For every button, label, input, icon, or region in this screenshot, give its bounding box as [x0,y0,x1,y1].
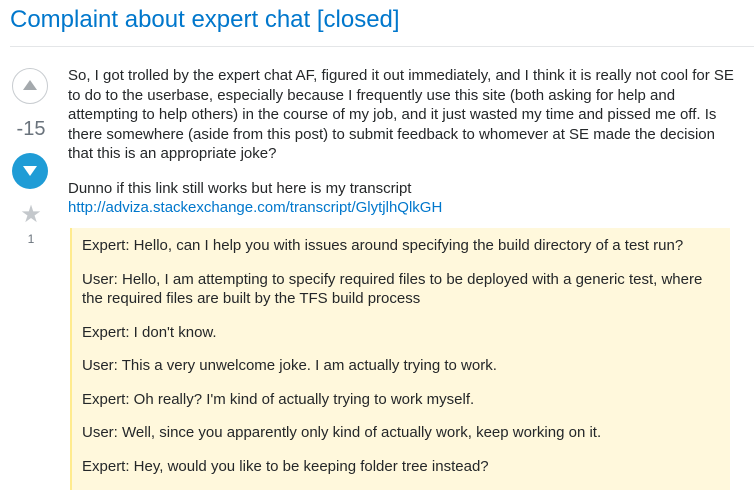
transcript-line: Expert: Hello, can I help you with issue… [82,237,684,254]
transcript-line: User: This a very unwelcome joke. I am a… [82,357,497,374]
question-title[interactable]: Complaint about expert chat [closed] [10,2,400,38]
downvote-icon[interactable] [12,153,48,189]
title-divider [10,46,754,47]
transcript-line: Expert: Oh really? I'm kind of actually … [82,390,475,408]
star-icon[interactable]: ★ [18,200,44,228]
post-paragraph: So, I got trolled by the expert chat AF,… [68,67,734,162]
transcript-link[interactable]: http://adviza.stackexchange.com/transcri… [68,199,442,216]
transcript-line: Expert: Hey, would you like to be keepin… [82,457,489,475]
transcript-line: User: Well, since you apparently only ki… [82,424,602,441]
upvote-icon[interactable] [12,68,48,104]
post-body: So, I got trolled by the expert chat AF,… [68,66,743,218]
vote-count: -15 [16,118,46,140]
transcript-line: User: Hello, I am attempting to specify … [82,270,703,308]
post-paragraph: Dunno if this link still works but here … [68,179,743,218]
post-paragraph-text: Dunno if this link still works but here … [68,179,412,197]
question-page: Complaint about expert chat [closed] -15… [0,0,754,490]
transcript-blockquote: Expert: Hello, can I help you with issue… [70,228,730,490]
favorite-count: 1 [27,232,35,246]
transcript-line: Expert: I don't know. [82,323,217,341]
